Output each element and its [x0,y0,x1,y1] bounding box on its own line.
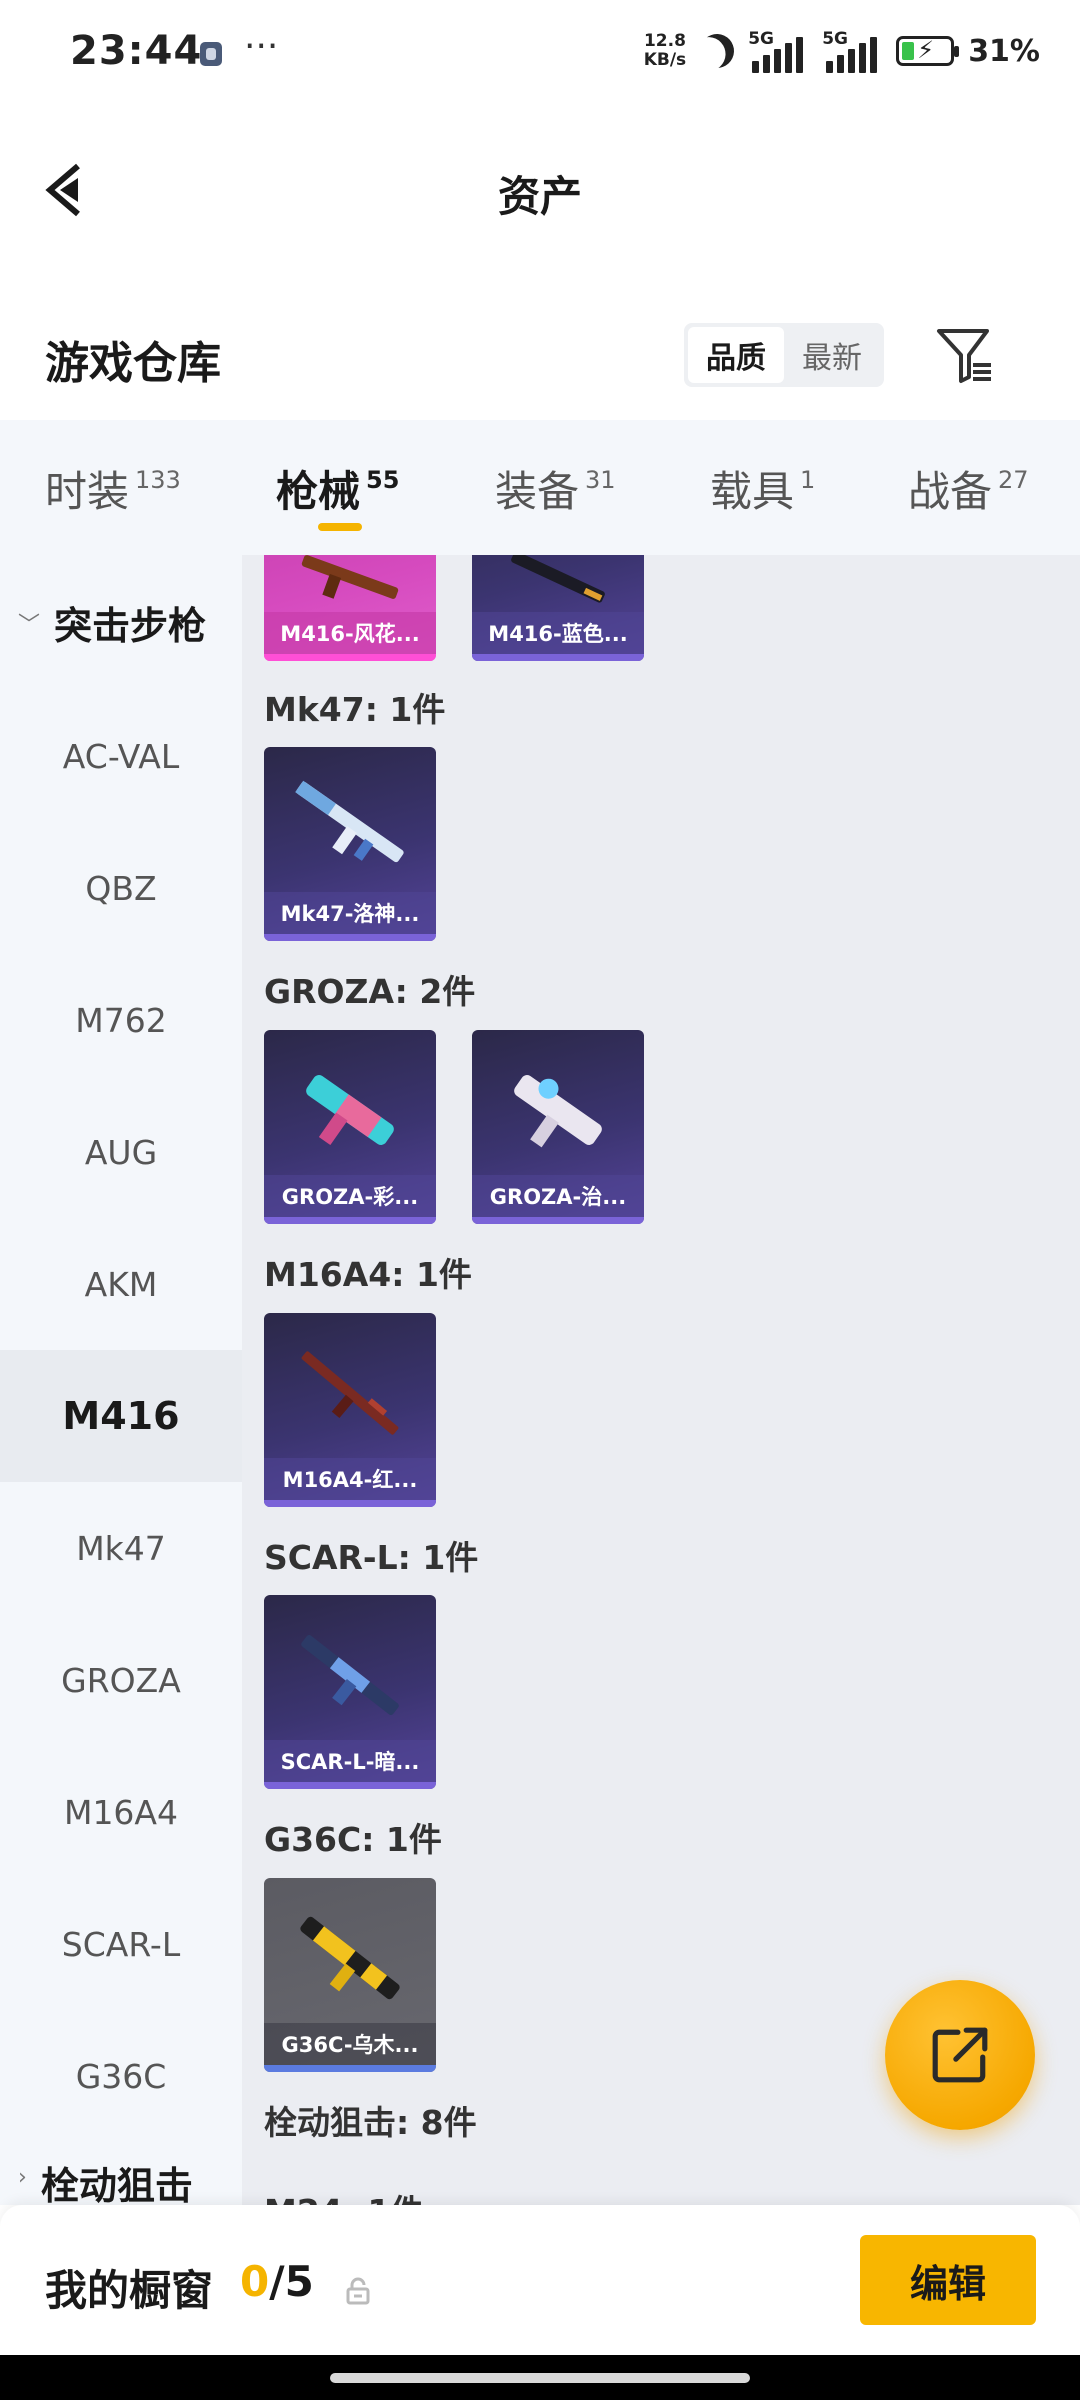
section-mk47-label: Mk47: 1件 [264,690,446,729]
sidebar-item-groza[interactable]: GROZA [0,1614,242,1746]
net-speed: 12.8 KB/s [643,31,687,70]
chevron-right-icon: › [18,2165,27,2190]
system-nav-bar [0,2355,1080,2400]
skin-card[interactable]: Mk47-洛神... [264,747,436,941]
sidebar-item-qbz[interactable]: QBZ [0,822,242,954]
warehouse-header: 游戏仓库 品质 最新 [0,275,1080,420]
skin-card[interactable]: SCAR-L-暗... [264,1595,436,1789]
showcase-label: 我的橱窗 [45,2266,214,2315]
section-m16a4-label: M16A4: 1件 [264,1255,472,1294]
skin-card[interactable]: M16A4-红... [264,1313,436,1507]
signal-icon: 5G [748,29,808,73]
tab-fashion[interactable]: 时装 133 [45,458,181,519]
sidebar-item-aug[interactable]: AUG [0,1086,242,1218]
sidebar-item-mk47[interactable]: Mk47 [0,1482,242,1614]
skin-card[interactable]: GROZA-治... [472,1030,644,1224]
sidebar-item-ac-val[interactable]: AC-VAL [0,690,242,822]
skin-card[interactable]: G36C-乌木... [264,1878,436,2072]
filter-icon[interactable] [935,325,995,385]
tab-weapons[interactable]: 枪械 55 [276,458,399,519]
signal-icon-2: 5G [822,29,882,73]
sidebar-group-assault-rifles[interactable]: ﹀ 突击步枪 [0,555,242,690]
sidebar-item-scar-l[interactable]: SCAR-L [0,1878,242,2010]
share-icon [932,2027,988,2083]
showcase-count: 0/5 [240,2257,314,2306]
sort-newest-button[interactable]: 最新 [784,327,880,383]
showcase-bar: 我的橱窗 0/5 编辑 [0,2205,1080,2355]
skin-card[interactable]: GROZA-彩... [264,1030,436,1224]
more-notifications-icon: ··· [244,26,279,67]
sidebar-group-bolt-action[interactable]: › 栓动狙击 [0,2155,242,2205]
tab-equipment[interactable]: 装备 31 [495,458,616,519]
tab-vehicles[interactable]: 载具 1 [710,458,815,519]
sort-toggle: 品质 最新 [684,323,884,387]
page-title: 资产 [497,172,582,221]
battery-percent: 31% [968,33,1040,69]
category-tabs: 时装 133 枪械 55 装备 31 载具 1 战备 27 [0,420,1080,555]
notification-app-icon [200,42,222,66]
sort-quality-button[interactable]: 品质 [688,327,784,383]
nav-bar: 资产 [0,105,1080,275]
sidebar-item-g36c[interactable]: G36C [0,2010,242,2142]
lock-icon [346,2277,370,2305]
section-title: 游戏仓库 [45,338,221,389]
sidebar-item-m416[interactable]: M416 [0,1350,242,1482]
battery-icon: ⚡ [896,36,960,66]
skin-card[interactable]: M416-风花... [264,555,436,661]
home-indicator[interactable] [330,2373,750,2383]
section-scar-l-label: SCAR-L: 1件 [264,1538,479,1577]
status-bar: 23:44 ··· 12.8 KB/s 5G 5G ⚡ 31% [0,0,1080,105]
tab-supplies[interactable]: 战备 27 [908,458,1029,519]
section-groza-label: GROZA: 2件 [264,972,476,1011]
weapon-type-sidebar: ﹀ 突击步枪 AC-VAL QBZ M762 AUG AKM M416 Mk47… [0,555,242,2205]
chevron-down-icon: ﹀ [18,612,41,638]
sidebar-item-m762[interactable]: M762 [0,954,242,1086]
section-m24-label: M24: 1件 [264,2185,423,2205]
section-bolt-action-label: 栓动狙击: 8件 [264,2103,477,2142]
section-g36c-label: G36C: 1件 [264,1820,442,1859]
do-not-disturb-icon [695,29,739,73]
status-time: 23:44 [70,28,203,74]
share-button[interactable] [885,1980,1035,2130]
edit-button[interactable]: 编辑 [860,2235,1036,2325]
sidebar-item-m16a4[interactable]: M16A4 [0,1746,242,1878]
weapon-skin-list: M416-风花... M416-蓝色... Mk47: 1件 Mk47-洛神..… [242,555,1080,2205]
sidebar-item-akm[interactable]: AKM [0,1218,242,1350]
active-tab-indicator [318,523,362,531]
skin-card[interactable]: M416-蓝色... [472,555,644,661]
